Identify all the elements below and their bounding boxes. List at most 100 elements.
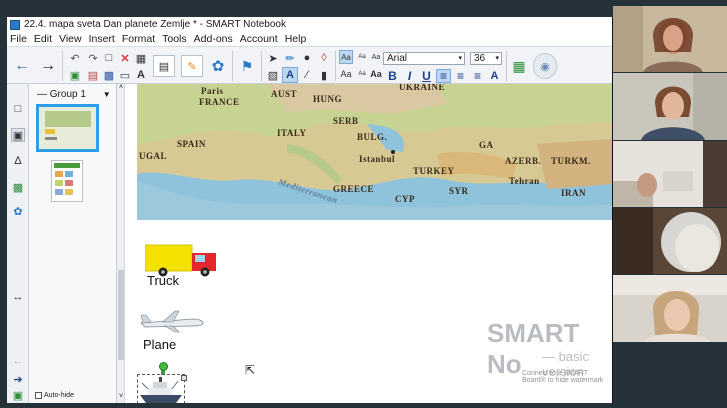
text-subscript-button[interactable]: Aa <box>355 67 369 81</box>
page-thumbnail-2[interactable] <box>51 160 83 202</box>
plane-label[interactable]: Plane <box>143 337 176 352</box>
add-page-icon[interactable]: ▣ <box>67 67 83 83</box>
map-label: GREECE <box>333 184 375 194</box>
puzzle-icon[interactable]: ✿ <box>207 55 229 77</box>
screen-shade-icon[interactable]: ▭ <box>117 67 133 83</box>
menu-help[interactable]: Help <box>285 33 307 45</box>
participant-video-4[interactable] <box>613 208 727 274</box>
bold-button[interactable]: B <box>385 69 400 83</box>
font-size-select[interactable]: 36 ▾ <box>470 52 502 65</box>
map-label: SERB <box>333 116 359 126</box>
page-sorter: — Group 1 ▼ Auto-hide <box>29 84 117 403</box>
eraser-icon[interactable]: ▮ <box>316 67 332 83</box>
select-cursor-icon[interactable]: ➤ <box>265 50 281 66</box>
city-marker <box>391 150 395 154</box>
undo-icon[interactable]: ↶ <box>67 50 83 66</box>
text-format-icon[interactable]: A <box>133 67 149 83</box>
properties-icon[interactable]: ◉ <box>533 53 557 79</box>
text-color-icon[interactable]: A <box>487 69 502 83</box>
app-icon <box>10 19 20 30</box>
properties-tab-icon[interactable]: ▩ <box>11 180 25 194</box>
scroll-down-icon[interactable]: ˅ <box>117 393 125 403</box>
table-icon[interactable]: ▦ <box>133 50 149 66</box>
map-label: Paris <box>201 86 224 96</box>
text-size-large-button[interactable]: Aa <box>339 50 353 64</box>
next-page-icon[interactable]: → <box>40 57 56 74</box>
addons-tab-icon[interactable]: ✿ <box>11 204 25 218</box>
map-label: AZERB. <box>505 156 542 166</box>
menu-edit[interactable]: Edit <box>34 33 52 45</box>
notes-icon[interactable]: ✎ <box>181 55 203 77</box>
map-label: GA <box>479 140 494 150</box>
thumbnail-map-preview <box>39 107 96 149</box>
table-tool-icon[interactable]: ▧ <box>265 67 281 83</box>
map-label: TURKEY <box>413 166 455 176</box>
shape-icon[interactable]: ● <box>299 50 315 66</box>
menu-add-ons[interactable]: Add-ons <box>194 33 233 45</box>
line-tool-icon[interactable]: ∕ <box>299 67 315 83</box>
map-label: CYP <box>395 194 415 204</box>
chevron-down-icon: ▾ <box>495 55 499 62</box>
rotate-handle[interactable] <box>159 362 168 371</box>
document-camera-icon[interactable]: ⚑ <box>236 55 258 77</box>
menu-file[interactable]: File <box>10 33 27 45</box>
align-left-icon[interactable]: ≡ <box>436 69 451 83</box>
page-sorter-icon[interactable]: □ <box>11 102 25 116</box>
map-label: Tehran <box>509 176 540 186</box>
gallery-icon[interactable]: ▣ <box>11 128 25 142</box>
text-size-small-button[interactable]: Aa <box>355 50 369 64</box>
text-case-button[interactable]: Aa <box>339 67 353 81</box>
side-tabs: □ ▣ ∆ ▩ ✿ ↔ ← ➔ ▣ <box>7 84 29 403</box>
scroll-up-icon[interactable]: ˄ <box>117 84 125 94</box>
previous-page-icon[interactable]: ← <box>14 57 30 74</box>
redo-icon[interactable]: ↷ <box>85 50 101 66</box>
page-thumbnail-1[interactable] <box>36 104 99 152</box>
menu-tools[interactable]: Tools <box>162 33 187 45</box>
sorter-scrollbar[interactable]: ˄ ˅ <box>117 84 125 403</box>
menu-account[interactable]: Account <box>240 33 278 45</box>
chevron-down-icon: ▾ <box>458 55 462 62</box>
map-label: TURKM. <box>551 156 591 166</box>
map-label: Istanbul <box>359 154 396 164</box>
text-tool-icon[interactable]: A <box>282 67 298 83</box>
italic-button[interactable]: I <box>402 69 417 83</box>
auto-hide-checkbox[interactable]: Auto-hide <box>35 392 74 399</box>
grid-colors-icon[interactable]: ▦ <box>509 55 529 77</box>
map-label: IRAN <box>561 188 587 198</box>
text-size-medium-button[interactable]: Aa <box>369 50 383 64</box>
scrollbar-thumb[interactable] <box>118 270 124 360</box>
pen-icon[interactable]: ✏ <box>282 50 298 66</box>
group-header[interactable]: — Group 1 ▼ <box>37 89 111 100</box>
resize-arrows-icon[interactable]: ↔ <box>11 290 25 304</box>
menu-view[interactable]: View <box>59 33 82 45</box>
selection-box[interactable] <box>137 374 185 403</box>
open-file-icon[interactable]: ▤ <box>85 67 101 83</box>
add-page-side-icon[interactable]: ▣ <box>11 388 25 402</box>
page-canvas[interactable]: Paris FRANCE AUST HUNG UKRAINE SERB BULG… <box>125 84 612 403</box>
map-label: SYR <box>449 186 469 196</box>
map-label: BULG. <box>357 132 388 142</box>
display-screen-icon[interactable]: ▤ <box>153 55 175 77</box>
forward-arrow-icon[interactable]: ➔ <box>11 372 25 386</box>
align-right-icon[interactable]: ≡ <box>470 69 485 83</box>
participant-video-3[interactable] <box>613 141 727 207</box>
align-center-icon[interactable]: ≡ <box>453 69 468 83</box>
text-superscript-button[interactable]: Aa <box>369 67 383 81</box>
menu-format[interactable]: Format <box>122 33 155 45</box>
paste-icon[interactable]: □ <box>101 50 117 66</box>
back-arrow-icon[interactable]: ← <box>11 354 25 368</box>
plane-image[interactable] <box>139 309 205 336</box>
participant-video-5[interactable] <box>613 275 727 342</box>
menu-insert[interactable]: Insert <box>89 33 115 45</box>
save-icon[interactable]: ▩ <box>101 67 117 83</box>
underline-button[interactable]: U <box>419 69 434 83</box>
fill-icon[interactable]: ◊ <box>316 50 332 66</box>
participant-video-1[interactable] <box>613 6 727 72</box>
delete-icon[interactable]: ✕ <box>117 50 133 66</box>
object-menu-handle[interactable] <box>181 375 187 381</box>
font-family-select[interactable]: Arial ▾ <box>383 52 465 65</box>
attachments-icon[interactable]: ∆ <box>11 154 25 168</box>
truck-label[interactable]: Truck <box>147 273 179 288</box>
europe-map-image: Paris FRANCE AUST HUNG UKRAINE SERB BULG… <box>137 84 612 220</box>
participant-video-2[interactable] <box>613 73 727 140</box>
